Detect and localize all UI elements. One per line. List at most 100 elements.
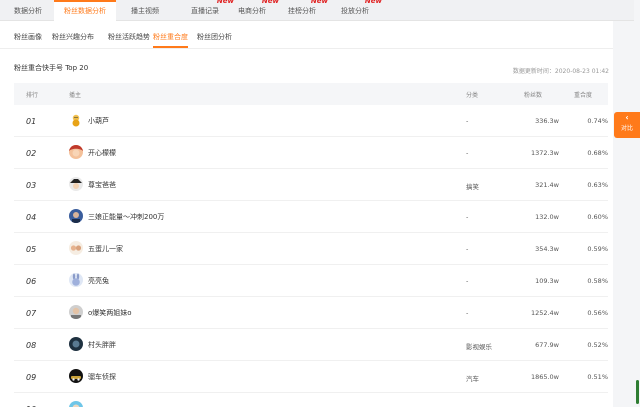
fans-count: 1252.4w bbox=[530, 309, 559, 317]
avatar[interactable] bbox=[69, 113, 83, 127]
scrollbar-thumb[interactable] bbox=[636, 380, 639, 404]
table-row[interactable]: 07 o爆笑两姐妹o - 1252.4w 0.56% bbox=[14, 297, 608, 329]
fans-count: 132.0w bbox=[535, 213, 559, 221]
fans-count: 1372.3w bbox=[530, 149, 559, 157]
streamer-name[interactable]: 五蛋儿一家 bbox=[88, 244, 123, 254]
content-panel: 粉丝画像 粉丝兴趣分布 粉丝活跃趋势 粉丝重合度 粉丝团分析 粉丝重合快手号 Top 2… bbox=[0, 21, 613, 407]
fans-count: 109.3w bbox=[535, 277, 559, 285]
section-title: 粉丝重合快手号 Top 20 bbox=[14, 64, 89, 72]
category-value: 影视娱乐 bbox=[466, 343, 492, 351]
main-tab-3[interactable]: 直播记录 New bbox=[178, 0, 234, 21]
fans-count: 321.4w bbox=[535, 181, 559, 189]
sub-tab-1[interactable]: 粉丝兴趣分布 bbox=[52, 32, 94, 42]
sub-tab-4[interactable]: 粉丝团分析 bbox=[197, 32, 232, 42]
compare-button[interactable]: ‹ 对比 bbox=[614, 112, 640, 138]
main-tab-label: 挂榜分析 bbox=[288, 7, 316, 15]
header-category: 分类 bbox=[466, 92, 479, 99]
header-overlap: 重合度 bbox=[574, 92, 593, 99]
rank-number: 07 bbox=[26, 309, 37, 318]
rank-number: 06 bbox=[26, 277, 37, 286]
overlap-ratio: 0.58% bbox=[587, 277, 608, 285]
fans-count: 677.9w bbox=[535, 341, 559, 349]
rank-number: 03 bbox=[26, 181, 37, 190]
main-tab-6[interactable]: 投放分析 New bbox=[330, 0, 382, 21]
table-row[interactable]: 01 小葫芦 - 336.3w 0.74% bbox=[14, 105, 608, 137]
avatar[interactable] bbox=[69, 369, 83, 383]
overlap-ratio: 0.74% bbox=[587, 117, 608, 125]
avatar[interactable] bbox=[69, 241, 83, 255]
table-row[interactable]: 03 尊宝爸爸 搞笑 321.4w 0.63% bbox=[14, 169, 608, 201]
header-fans: 粉丝数 bbox=[524, 92, 543, 99]
sub-tab-0[interactable]: 粉丝画像 bbox=[14, 32, 42, 42]
category-value: 汽车 bbox=[466, 375, 479, 383]
sub-tab-3[interactable]: 粉丝重合度 bbox=[153, 32, 188, 42]
rank-number: 01 bbox=[26, 117, 37, 126]
category-value: - bbox=[466, 213, 469, 221]
rank-number: 09 bbox=[26, 373, 37, 382]
avatar[interactable] bbox=[69, 337, 83, 351]
category-value: - bbox=[466, 277, 469, 285]
streamer-name[interactable]: 小葫芦 bbox=[88, 116, 109, 126]
main-tab-label: 投放分析 bbox=[341, 7, 369, 15]
streamer-name[interactable]: o爆笑两姐妹o bbox=[88, 308, 132, 318]
streamer-name[interactable]: 开心檬檬 bbox=[88, 148, 116, 158]
main-tab-0[interactable]: 数据分析 bbox=[4, 0, 52, 21]
compare-button-label: 对比 bbox=[620, 125, 633, 132]
sub-tab-bar: 粉丝画像 粉丝兴趣分布 粉丝活跃趋势 粉丝重合度 粉丝团分析 bbox=[0, 21, 613, 49]
main-tab-label: 电商分析 bbox=[238, 7, 266, 15]
overlap-ratio: 0.60% bbox=[587, 213, 608, 221]
overlap-ratio: 0.63% bbox=[587, 181, 608, 189]
overlap-ratio: 0.68% bbox=[587, 149, 608, 157]
new-badge: New bbox=[310, 0, 328, 5]
category-value: - bbox=[466, 117, 469, 125]
rank-number: 04 bbox=[26, 213, 37, 222]
main-tab-2[interactable]: 播主视频 bbox=[122, 0, 168, 21]
category-value: - bbox=[466, 245, 469, 253]
table-row[interactable]: 02 开心檬檬 - 1372.3w 0.68% bbox=[14, 137, 608, 169]
avatar[interactable] bbox=[69, 401, 83, 407]
main-tab-5[interactable]: 挂榜分析 New bbox=[278, 0, 328, 21]
avatar[interactable] bbox=[69, 177, 83, 191]
main-tab-1[interactable]: 粉丝数据分析 bbox=[54, 0, 116, 21]
streamer-name[interactable]: 尊宝爸爸 bbox=[88, 180, 116, 190]
table-row[interactable]: 04 三娘正能量～冲刺200万 - 132.0w 0.60% bbox=[14, 201, 608, 233]
table-row[interactable]: 09 骝车侦探 汽车 1865.0w 0.51% bbox=[14, 361, 608, 393]
main-tab-label: 数据分析 bbox=[14, 7, 42, 15]
table-row[interactable]: 08 村头胖胖 影视娱乐 677.9w 0.52% bbox=[14, 329, 608, 361]
header-streamer: 播主 bbox=[69, 92, 82, 99]
avatar[interactable] bbox=[69, 305, 83, 319]
fans-count: 1865.0w bbox=[530, 373, 559, 381]
new-badge: New bbox=[261, 0, 279, 5]
update-time: 数据更新时间：2020-08-23 01:42 bbox=[512, 68, 609, 75]
streamer-name[interactable]: 三娘正能量～冲刺200万 bbox=[88, 212, 164, 222]
active-subtab-indicator bbox=[153, 46, 188, 48]
streamer-name[interactable]: 亮亮兔 bbox=[88, 276, 109, 286]
category-value: - bbox=[466, 309, 469, 317]
table-header: 排行 播主 分类 粉丝数 重合度 bbox=[14, 83, 608, 105]
sub-tab-2[interactable]: 粉丝活跃趋势 bbox=[108, 32, 150, 42]
rank-number: 05 bbox=[26, 245, 37, 254]
overlap-ratio: 0.59% bbox=[587, 245, 608, 253]
main-tab-label: 粉丝数据分析 bbox=[64, 7, 106, 15]
category-value: 搞笑 bbox=[466, 183, 479, 191]
rank-number: 08 bbox=[26, 341, 37, 350]
main-tab-4[interactable]: 电商分析 New bbox=[227, 0, 279, 21]
main-tab-label: 直播记录 bbox=[191, 7, 219, 15]
main-tab-bar: 数据分析 粉丝数据分析 播主视频 直播记录 New 电商分析 New 挂榜分析 New 投放分析 N… bbox=[0, 0, 640, 21]
scrollbar-track[interactable] bbox=[634, 0, 640, 407]
rank-number: 02 bbox=[26, 149, 37, 158]
table-row[interactable]: 10...搞笑...... bbox=[14, 393, 608, 407]
category-value: - bbox=[466, 149, 469, 157]
overlap-ratio: 0.56% bbox=[587, 309, 608, 317]
overlap-ratio: 0.51% bbox=[587, 373, 608, 381]
streamer-name[interactable]: 骝车侦探 bbox=[88, 372, 116, 382]
avatar[interactable] bbox=[69, 273, 83, 287]
chevron-left-icon: ‹ bbox=[625, 113, 629, 122]
table-row[interactable]: 06 亮亮兔 - 109.3w 0.58% bbox=[14, 265, 608, 297]
avatar[interactable] bbox=[69, 209, 83, 223]
streamer-name[interactable]: 村头胖胖 bbox=[88, 340, 116, 350]
overlap-ratio: 0.52% bbox=[587, 341, 608, 349]
main-tab-label: 播主视频 bbox=[131, 7, 159, 15]
table-row[interactable]: 05 五蛋儿一家 - 354.3w 0.59% bbox=[14, 233, 608, 265]
avatar[interactable] bbox=[69, 145, 83, 159]
